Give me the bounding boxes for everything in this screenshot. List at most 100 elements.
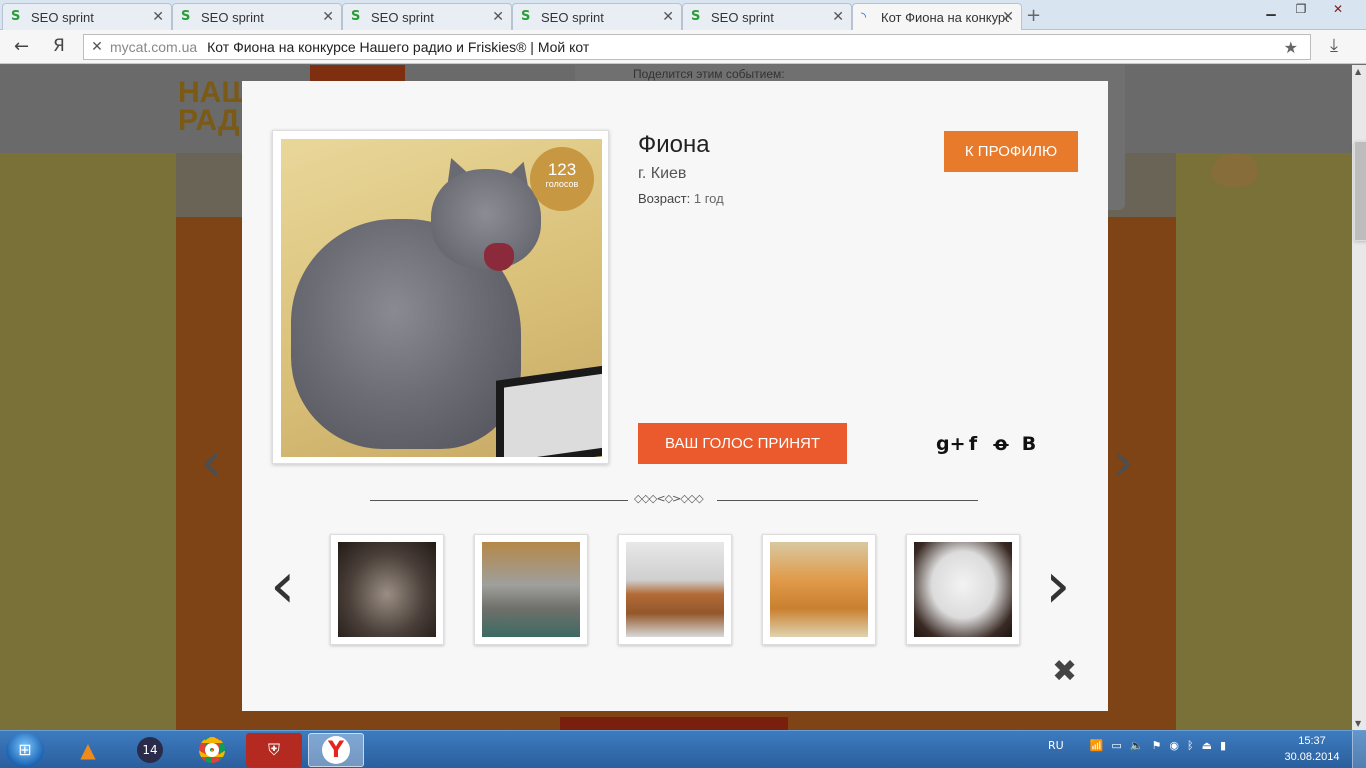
bookmark-star-icon[interactable]: ★ xyxy=(1284,38,1298,57)
close-icon[interactable]: ✖ xyxy=(1052,657,1077,687)
clock[interactable]: 15:37 30.08.2014 xyxy=(1282,733,1342,765)
download-icon[interactable]: ⤓ xyxy=(1330,35,1338,56)
tab-title: SEO sprint xyxy=(201,9,264,25)
cat-thumbnail[interactable] xyxy=(906,534,1020,645)
yandex-logo: Y xyxy=(322,736,350,764)
action-center-icon[interactable]: ⚑ xyxy=(1152,739,1162,752)
scrollbar[interactable]: ▲ ▼ xyxy=(1352,65,1366,730)
thumbnail-carousel xyxy=(330,534,1020,645)
yandex-icon[interactable]: Я xyxy=(53,36,65,56)
cat-thumbnail[interactable] xyxy=(474,534,588,645)
browser-tab[interactable]: S SEO sprint ✕ xyxy=(172,3,342,30)
tanks-logo: ⛨ xyxy=(267,740,280,759)
monitor-icon[interactable]: ▭ xyxy=(1111,739,1121,752)
tab-title: SEO sprint xyxy=(711,9,774,25)
carousel-next-icon[interactable]: › xyxy=(1045,551,1071,621)
odnoklassniki-icon[interactable]: ꝋ xyxy=(992,433,1010,455)
seo-sprint-icon: S xyxy=(181,9,191,24)
app-tray-icon[interactable]: ◉ xyxy=(1169,739,1179,752)
omnibox[interactable]: ✕ mycat.com.ua Кот Фиона на конкурсе Наш… xyxy=(83,34,1311,60)
cat-thumbnail[interactable] xyxy=(618,534,732,645)
show-desktop-button[interactable] xyxy=(1352,731,1366,768)
close-window-icon[interactable]: ✕ xyxy=(1316,0,1360,18)
votes-badge: 123 голосов xyxy=(530,147,594,211)
cat-photo: 123 голосов xyxy=(281,139,602,457)
back-icon[interactable]: ← xyxy=(14,36,29,57)
seo-sprint-icon: S xyxy=(521,9,531,24)
scroll-thumb[interactable] xyxy=(1354,141,1366,241)
restore-icon[interactable]: ❐ xyxy=(1286,0,1316,18)
start-icon[interactable]: ⊞ xyxy=(6,733,44,767)
age-label: Возраст: xyxy=(638,191,691,206)
main-cat-photo[interactable]: 123 голосов xyxy=(272,130,609,464)
to-profile-button[interactable]: К ПРОФИЛЮ xyxy=(944,131,1078,172)
votes-label: голосов xyxy=(545,179,579,189)
tab-title: SEO sprint xyxy=(31,9,94,25)
address-bar: ← Я ✕ mycat.com.ua Кот Фиона на конкурсе… xyxy=(0,30,1366,64)
browser-tab[interactable]: S SEO sprint ✕ xyxy=(342,3,512,30)
cat-thumbnail-image xyxy=(770,542,868,637)
seo-sprint-icon: S xyxy=(691,9,701,24)
cat-thumbnail[interactable] xyxy=(762,534,876,645)
close-tab-icon[interactable]: ✕ xyxy=(322,9,334,25)
usb-icon[interactable]: ⏏ xyxy=(1202,739,1212,752)
tab-title: Кот Фиона на конкурсе Нашего радио и Fri… xyxy=(881,10,1009,25)
seo-sprint-icon: S xyxy=(11,9,21,24)
system-tray: RU 📶 ▭ 🔈 ⚑ ◉ ᛒ ⏏ ▮ xyxy=(1048,739,1226,752)
vlc-icon[interactable]: ▲ xyxy=(60,733,116,767)
cat-name: Фиона xyxy=(638,131,710,158)
taskbar: ⊞ ▲ 14 ⛨ Y RU 📶 ▭ 🔈 ⚑ ◉ ᛒ ⏏ ▮ 15:37 30.0… xyxy=(0,730,1366,768)
cat-thumbnail-image xyxy=(914,542,1012,637)
yandex-browser-icon[interactable]: Y xyxy=(308,733,364,767)
network-icon[interactable]: 📶 xyxy=(1090,739,1104,752)
cat-profile-modal: 123 голосов Фиона г. Киев Возраст: 1 год… xyxy=(242,81,1108,711)
volume-icon[interactable]: 🔈 xyxy=(1130,739,1144,752)
browser-tab-active[interactable]: ◝ Кот Фиона на конкурсе Нашего радио и F… xyxy=(852,3,1022,31)
page-side-left xyxy=(0,153,176,730)
google-plus-icon[interactable]: g+ xyxy=(936,433,966,455)
cat-photo-laptop xyxy=(496,365,602,457)
scroll-up-icon[interactable]: ▲ xyxy=(1355,67,1361,76)
world-of-tanks-icon[interactable]: ⛨ xyxy=(246,733,302,767)
page-prev-icon: ‹ xyxy=(200,430,223,495)
stop-loading-icon[interactable]: ✕ xyxy=(84,39,110,55)
age-value: 1 год xyxy=(693,191,724,206)
facebook-icon[interactable]: f xyxy=(964,433,982,455)
browser-tab[interactable]: S SEO sprint ✕ xyxy=(682,3,852,30)
cat-age: Возраст: 1 год xyxy=(638,191,724,206)
vkontakte-icon[interactable]: В xyxy=(1020,433,1038,455)
share-text: Поделится этим событием: xyxy=(633,67,785,81)
carousel-prev-icon[interactable]: ‹ xyxy=(270,551,296,621)
language-indicator[interactable]: RU xyxy=(1048,739,1064,752)
bluetooth-icon[interactable]: ᛒ xyxy=(1187,739,1194,752)
close-tab-icon[interactable]: ✕ xyxy=(152,9,164,25)
chrome-logo xyxy=(199,737,225,763)
browser-tab[interactable]: S SEO sprint ✕ xyxy=(2,3,172,30)
app-icon[interactable]: 14 xyxy=(122,733,178,767)
cat-thumbnail-image xyxy=(338,542,436,637)
votes-count: 123 xyxy=(547,160,577,179)
cat-photo-laptop-screen xyxy=(504,373,602,457)
close-tab-icon[interactable]: ✕ xyxy=(832,9,844,25)
social-share: g+ f ꝋ В xyxy=(936,433,1038,455)
new-tab-icon[interactable]: + xyxy=(1026,5,1041,26)
app-badge-14: 14 xyxy=(137,737,163,763)
vlc-cone-icon: ▲ xyxy=(80,738,96,762)
power-icon[interactable]: ▮ xyxy=(1220,739,1226,752)
ornament-icon: ◇◇◇<◇>◇◇◇ xyxy=(634,492,704,505)
divider-line xyxy=(717,500,978,501)
page-next-icon: › xyxy=(1112,430,1135,495)
cat-city: г. Киев xyxy=(638,165,687,182)
browser-tab[interactable]: S SEO sprint ✕ xyxy=(512,3,682,30)
cat-thumbnail[interactable] xyxy=(330,534,444,645)
close-tab-icon[interactable]: ✕ xyxy=(492,9,504,25)
chrome-icon[interactable] xyxy=(184,733,240,767)
site-logo: НАШ РАД xyxy=(178,76,252,137)
close-tab-icon[interactable]: ✕ xyxy=(1002,9,1014,25)
vote-accepted-button[interactable]: ВАШ ГОЛОС ПРИНЯТ xyxy=(638,423,847,464)
cat-photo-mouth xyxy=(484,243,514,271)
scroll-down-icon[interactable]: ▼ xyxy=(1355,719,1361,728)
minimize-icon[interactable]: ▁ xyxy=(1256,0,1286,18)
clock-date: 30.08.2014 xyxy=(1284,751,1340,763)
close-tab-icon[interactable]: ✕ xyxy=(662,9,674,25)
